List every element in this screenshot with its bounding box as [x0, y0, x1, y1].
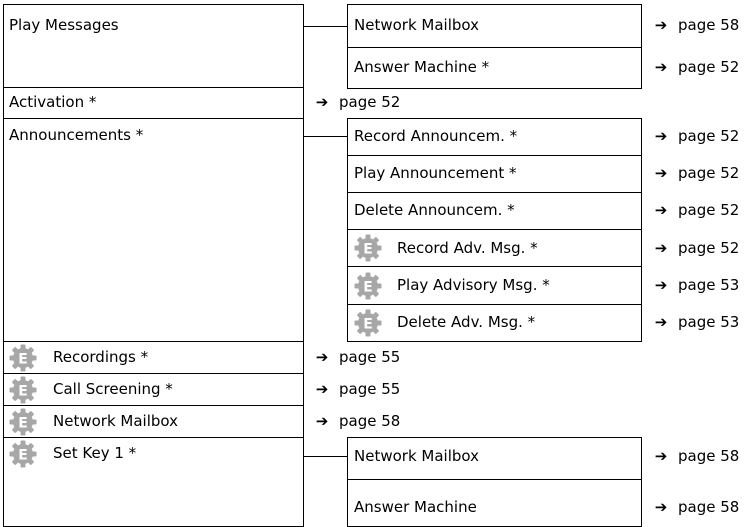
page-reference: ➔ page 53 [652, 313, 740, 331]
submenu-item-label: Answer Machine * [354, 58, 490, 76]
submenu-item-label: Record Adv. Msg. * [397, 239, 538, 257]
menu-item-label: Set Key 1 * [53, 444, 137, 462]
menu-item-label: Call Screening * [53, 380, 173, 398]
page-reference: ➔ page 53 [652, 276, 740, 294]
menu-item-label: Activation * [9, 93, 97, 111]
page-reference: ➔ page 52 [652, 239, 740, 257]
page-link[interactable]: page 52 [678, 239, 739, 257]
page-reference: ➔ page 52 [652, 201, 740, 219]
expert-mode-gear-icon [354, 309, 382, 337]
page-reference: ➔ page 58 [652, 498, 740, 516]
page-link[interactable]: page 52 [678, 201, 739, 219]
right-arrow-icon: ➔ [654, 239, 668, 257]
submenu-item-label: Play Announcement * [354, 164, 517, 182]
connector-line [304, 26, 348, 27]
right-arrow-icon: ➔ [315, 412, 329, 430]
menu-item-label: Play Messages [9, 16, 119, 34]
page-reference: ➔ page 58 [652, 16, 740, 34]
right-arrow-icon: ➔ [654, 58, 668, 76]
menu-item-recordings[interactable] [3, 341, 304, 374]
menu-item-set-key-1[interactable] [3, 437, 304, 527]
right-arrow-icon: ➔ [654, 201, 668, 219]
expert-mode-gear-icon [354, 272, 382, 300]
submenu-item-label: Answer Machine [354, 498, 477, 516]
menu-item-label: Announcements * [9, 126, 144, 144]
page-reference: ➔ page 52 [652, 127, 740, 145]
page-link[interactable]: page 53 [678, 313, 739, 331]
page-link[interactable]: page 52 [339, 93, 400, 111]
expert-mode-gear-icon [354, 234, 382, 262]
page-reference: ➔ page 52 [652, 58, 740, 76]
page-link[interactable]: page 52 [678, 127, 739, 145]
submenu-item-label: Network Mailbox [354, 447, 479, 465]
menu-item-label: Network Mailbox [53, 412, 178, 430]
page-link[interactable]: page 55 [339, 380, 400, 398]
right-arrow-icon: ➔ [315, 348, 329, 366]
menu-tree: Play Messages Network Mailbox ➔ page 58 A… [0, 0, 754, 527]
page-reference: ➔ page 55 [313, 348, 401, 366]
submenu-item-label: Delete Announcem. * [354, 201, 515, 219]
connector-line [304, 456, 348, 457]
expert-mode-gear-icon [9, 344, 37, 372]
expert-mode-gear-icon [9, 408, 37, 436]
right-arrow-icon: ➔ [315, 93, 329, 111]
page-link[interactable]: page 58 [678, 447, 739, 465]
right-arrow-icon: ➔ [654, 313, 668, 331]
page-reference: ➔ page 58 [313, 412, 401, 430]
expert-mode-gear-icon [9, 440, 37, 468]
connector-line [304, 136, 348, 137]
page-reference: ➔ page 55 [313, 380, 401, 398]
page-reference: ➔ page 58 [652, 447, 740, 465]
menu-item-label: Recordings * [53, 348, 149, 366]
right-arrow-icon: ➔ [654, 276, 668, 294]
page-link[interactable]: page 52 [678, 164, 739, 182]
right-arrow-icon: ➔ [654, 164, 668, 182]
submenu-item-label: Record Announcem. * [354, 127, 518, 145]
right-arrow-icon: ➔ [654, 447, 668, 465]
right-arrow-icon: ➔ [654, 16, 668, 34]
right-arrow-icon: ➔ [654, 127, 668, 145]
submenu-item-label: Network Mailbox [354, 16, 479, 34]
page-link[interactable]: page 52 [678, 58, 739, 76]
page-reference: ➔ page 52 [652, 164, 740, 182]
page-link[interactable]: page 55 [339, 348, 400, 366]
right-arrow-icon: ➔ [654, 498, 668, 516]
menu-item-announcements[interactable] [3, 118, 304, 342]
page-link[interactable]: page 58 [339, 412, 400, 430]
submenu-item-label: Play Advisory Msg. * [397, 276, 550, 294]
page-link[interactable]: page 53 [678, 276, 739, 294]
expert-mode-gear-icon [9, 376, 37, 404]
right-arrow-icon: ➔ [315, 380, 329, 398]
page-link[interactable]: page 58 [678, 16, 739, 34]
submenu-item-label: Delete Adv. Msg. * [397, 313, 536, 331]
page-reference: ➔ page 52 [313, 93, 401, 111]
page-link[interactable]: page 58 [678, 498, 739, 516]
